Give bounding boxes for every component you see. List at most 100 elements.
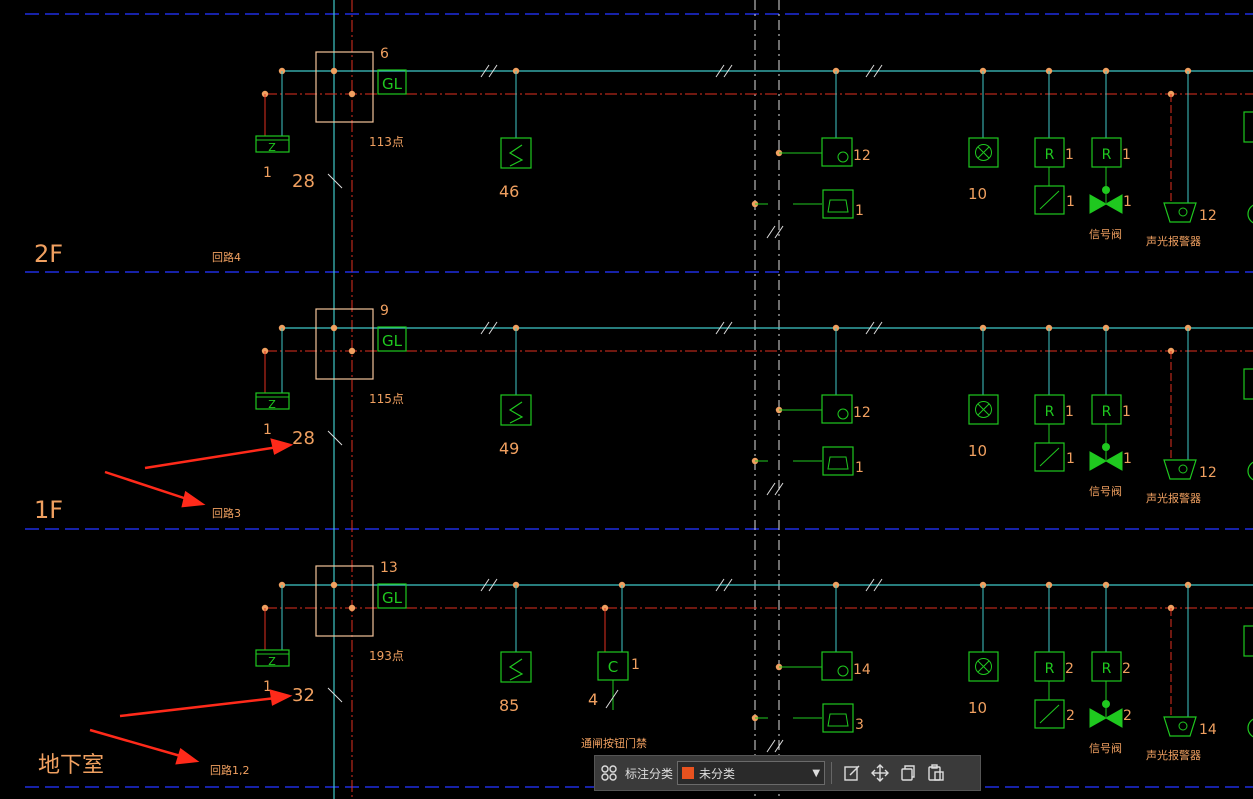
arrow-head <box>181 490 206 508</box>
loop-label: 回路4 <box>212 251 241 264</box>
junction-dot <box>348 604 356 612</box>
floor-label: 1F <box>34 496 63 524</box>
r-module-label: R <box>1045 661 1055 677</box>
junction-dot <box>348 90 356 98</box>
paste-icon[interactable] <box>922 759 950 787</box>
r-module-label: R <box>1045 147 1055 163</box>
r-module-label: R <box>1102 404 1112 420</box>
c-sub-count: 4 <box>588 690 598 709</box>
z-module-count: 1 <box>263 165 272 181</box>
signal-valve-count: 2 <box>1123 708 1132 724</box>
clipped-module-box <box>1243 625 1253 657</box>
smoke-detector-glyph <box>508 144 524 167</box>
audible-alarm-label: 声光报警器 <box>1146 491 1201 505</box>
flow-switch-glyph <box>1039 190 1060 210</box>
riser-count: 28 <box>292 171 315 192</box>
grid-icon[interactable] <box>595 759 623 787</box>
arrow-head <box>175 747 200 765</box>
junction-dot <box>348 347 356 355</box>
telephone-icon <box>822 703 854 733</box>
signal-valve-count: 1 <box>1123 451 1132 467</box>
audible-alarm-label: 声光报警器 <box>1146 234 1201 248</box>
r-module-count: 1 <box>1122 147 1131 163</box>
category-color-swatch <box>682 767 695 779</box>
loop-label: 回路1,2 <box>210 764 250 777</box>
audible-alarm-glyph <box>1178 464 1188 474</box>
gl-count: 13 <box>380 560 398 576</box>
telephone-glyph <box>827 713 849 727</box>
manual-alarm-cross <box>977 146 990 159</box>
flow-switch-glyph <box>1039 447 1060 467</box>
panel-box <box>315 308 374 380</box>
audible-alarm-glyph <box>1178 207 1188 217</box>
flow-switch-glyph <box>1039 704 1060 724</box>
annotation-category-select[interactable]: 未分类 ▼ <box>677 761 826 785</box>
annotation-toolbar: 标注分类 未分类 ▼ <box>594 755 981 791</box>
arrow-line <box>144 445 279 470</box>
manual-alarm-count: 10 <box>968 442 987 460</box>
arrow-line <box>89 728 185 759</box>
cad-drawing-canvas[interactable]: 2F 回路4 1F 回路3 地下室 回路1,2 Z1 286GL113点46121… <box>0 0 1253 799</box>
r-module-label: R <box>1102 147 1112 163</box>
floor-label: 地下室 <box>38 753 104 778</box>
telephone-icon <box>822 446 854 476</box>
valve-dot <box>1102 186 1110 194</box>
phone-jack-glyph <box>837 665 849 677</box>
valve-dot <box>1102 700 1110 708</box>
copy-icon[interactable] <box>894 759 922 787</box>
wire-mark <box>766 739 776 753</box>
phone-jack-count: 12 <box>853 405 871 421</box>
gl-label: GL <box>382 332 403 350</box>
signal-valve-count: 1 <box>1123 194 1132 210</box>
c-module-tick <box>605 689 619 709</box>
audible-alarm-label: 声光报警器 <box>1146 748 1201 762</box>
riser-count: 32 <box>292 685 315 706</box>
z-module-count: 1 <box>263 422 272 438</box>
audible-alarm-icon <box>1163 459 1197 480</box>
gl-label: GL <box>382 75 403 93</box>
junction-dot <box>330 581 338 589</box>
r-module-count: 1 <box>1065 147 1074 163</box>
manual-alarm-count: 10 <box>968 699 987 717</box>
toolbar-divider <box>831 762 833 784</box>
edit-icon[interactable] <box>838 759 866 787</box>
telephone-icon <box>822 189 854 219</box>
valve-dot <box>1102 443 1110 451</box>
gl-count: 6 <box>380 46 389 62</box>
junction-dot <box>330 67 338 75</box>
floor-label: 2F <box>34 240 63 268</box>
audible-alarm-count: 14 <box>1199 722 1217 738</box>
audible-alarm-icon <box>1163 202 1197 223</box>
detector-count: 85 <box>499 696 519 715</box>
floor-labels: 2F 回路4 1F 回路3 地下室 回路1,2 <box>34 240 250 778</box>
riser-count: 28 <box>292 428 315 449</box>
flow-switch-count: 1 <box>1066 194 1075 210</box>
phone-jack-count: 12 <box>853 148 871 164</box>
r-module-label: R <box>1102 661 1112 677</box>
c-module-desc: 通闸按钮门禁 <box>581 736 647 750</box>
clipped-module-box <box>1243 111 1253 143</box>
manual-alarm-count: 10 <box>968 185 987 203</box>
chevron-down-icon: ▼ <box>812 767 821 779</box>
detector-count: 46 <box>499 182 519 201</box>
point-count: 113点 <box>369 135 404 149</box>
category-selected-value: 未分类 <box>699 766 736 781</box>
panel-box <box>315 51 374 123</box>
z-module-label: Z <box>268 398 276 411</box>
riser-tick <box>327 687 343 703</box>
telephone-glyph <box>827 456 849 470</box>
riser-tick <box>327 173 343 189</box>
telephone-count: 1 <box>855 460 864 476</box>
arrow-head <box>269 689 293 706</box>
clipped-module-box <box>1243 368 1253 400</box>
detector-count: 49 <box>499 439 519 458</box>
clipped-detector-icon <box>1247 461 1253 481</box>
r-module-count: 2 <box>1065 661 1074 677</box>
telephone-glyph <box>827 199 849 213</box>
phone-jack-glyph <box>837 151 849 163</box>
smoke-detector-glyph <box>508 401 524 424</box>
telephone-count: 1 <box>855 203 864 219</box>
move-icon[interactable] <box>866 759 894 787</box>
junction-dot <box>330 324 338 332</box>
smoke-detector-glyph <box>508 658 524 681</box>
